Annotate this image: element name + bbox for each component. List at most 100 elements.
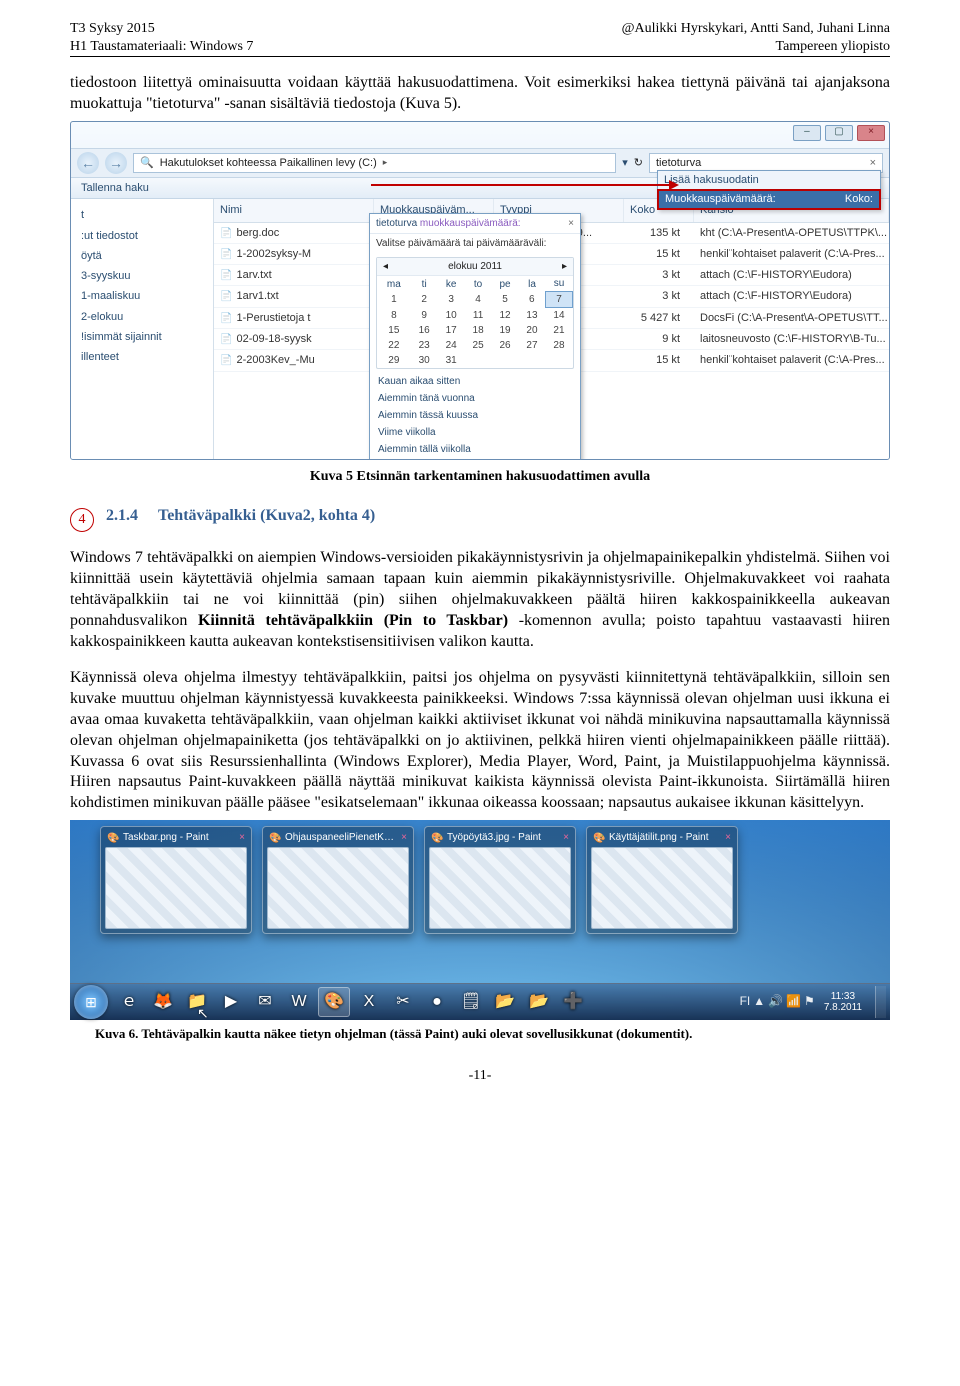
taskbar-folder1-icon[interactable]: 📂 bbox=[490, 988, 520, 1016]
calendar-day[interactable] bbox=[545, 353, 572, 368]
calendar-day[interactable]: 21 bbox=[545, 323, 572, 338]
calendar-day[interactable]: 15 bbox=[377, 323, 411, 338]
address-bar[interactable]: 🔍 Hakutulokset kohteessa Paikallinen lev… bbox=[133, 153, 616, 173]
taskbar-thumbnail[interactable]: 🎨OhjauspaneeliPienetKuvakkeet...× bbox=[262, 826, 414, 934]
cal-month: elokuu 2011 bbox=[448, 260, 502, 273]
col-name[interactable]: Nimi bbox=[214, 199, 374, 221]
tray-volume-icon[interactable]: 🔊 bbox=[768, 994, 783, 1010]
figure5-screenshot: – ▢ × ← → 🔍 Hakutulokset kohteessa Paika… bbox=[70, 121, 890, 460]
tray-chevron-up-icon[interactable]: ▲ bbox=[753, 994, 765, 1010]
calendar-day[interactable]: 23 bbox=[411, 338, 438, 353]
calendar-day[interactable]: 24 bbox=[438, 338, 465, 353]
sidebar-item[interactable]: t bbox=[77, 205, 207, 225]
taskbar-thumbnail[interactable]: 🎨Taskbar.png - Paint× bbox=[100, 826, 252, 934]
calendar-day[interactable]: 30 bbox=[411, 353, 438, 368]
taskbar-excel-icon[interactable]: X bbox=[354, 988, 384, 1016]
sidebar-item[interactable]: 3-syyskuu bbox=[77, 266, 207, 286]
taskbar-folder2-icon[interactable]: 📂 bbox=[524, 988, 554, 1016]
tray-clock[interactable]: 11:33 7.8.2011 bbox=[818, 991, 868, 1013]
date-quick-option[interactable]: Kauan aikaa sitten bbox=[370, 373, 580, 390]
navigation-pane[interactable]: t :ut tiedostot öytä 3-syyskuu 1-maalisk… bbox=[71, 199, 214, 459]
tray-flag-icon[interactable]: ⚑ bbox=[804, 994, 815, 1010]
calendar-day[interactable]: 10 bbox=[438, 308, 465, 324]
suggestion-label: Muokkauspäivämäärä: bbox=[665, 192, 776, 206]
start-button[interactable]: ⊞ bbox=[74, 985, 108, 1019]
date-quick-option[interactable]: Aiemmin tällä viikolla bbox=[370, 441, 580, 458]
sidebar-item[interactable]: illenteet bbox=[77, 347, 207, 367]
calendar-day[interactable]: 12 bbox=[492, 308, 519, 324]
taskbar-paint-icon[interactable]: 🎨 bbox=[318, 987, 350, 1017]
tray-network-icon[interactable]: 📶 bbox=[786, 994, 801, 1010]
calendar-day[interactable]: 9 bbox=[411, 308, 438, 324]
calendar-day[interactable]: 14 bbox=[545, 308, 572, 324]
back-button[interactable]: ← bbox=[77, 152, 99, 174]
taskbar-word-icon[interactable]: W bbox=[284, 988, 314, 1016]
date-quick-option[interactable]: Viime viikolla bbox=[370, 424, 580, 441]
clear-search-icon[interactable]: × bbox=[870, 156, 876, 170]
taskbar-camtasia-icon[interactable]: ● bbox=[422, 988, 452, 1016]
thumbnail-close-icon[interactable]: × bbox=[401, 831, 407, 844]
sidebar-item[interactable]: 2-elokuu bbox=[77, 307, 207, 327]
sidebar-item[interactable]: 1-maaliskuu bbox=[77, 286, 207, 306]
taskbar-snip-icon[interactable]: ✂ bbox=[388, 988, 418, 1016]
taskbar-thumbnail[interactable]: 🎨Työpöytä3.jpg - Paint× bbox=[424, 826, 576, 934]
sidebar-item[interactable]: !isimmät sijainnit bbox=[77, 327, 207, 347]
tray-lang[interactable]: FI bbox=[740, 994, 751, 1010]
date-quick-option[interactable]: Aiemmin tässä kuussa bbox=[370, 407, 580, 424]
calendar-day[interactable]: 27 bbox=[519, 338, 546, 353]
calendar-day[interactable]: 5 bbox=[492, 292, 519, 308]
taskbar-firefox-icon[interactable]: 🦊 bbox=[148, 988, 178, 1016]
calendar-day[interactable]: 13 bbox=[519, 308, 546, 324]
taskbar-outlook-icon[interactable]: ✉ bbox=[250, 988, 280, 1016]
calendar-day[interactable] bbox=[492, 353, 519, 368]
show-desktop-button[interactable] bbox=[875, 986, 886, 1018]
calendar-day[interactable]: 29 bbox=[377, 353, 411, 368]
taskbar-plus-icon[interactable]: ➕ bbox=[558, 988, 588, 1016]
calendar-day[interactable]: 11 bbox=[465, 308, 492, 324]
calendar-day[interactable]: 17 bbox=[438, 323, 465, 338]
popup-close-icon[interactable]: × bbox=[568, 217, 574, 230]
bold-pin-to-taskbar: Kiinnitä tehtäväpalkkiin (Pin to Taskbar… bbox=[198, 612, 508, 629]
chevron-down-icon[interactable]: ▸ bbox=[383, 157, 388, 169]
calendar[interactable]: ◂ elokuu 2011 ▸ matiketopelasu1234567891… bbox=[376, 257, 574, 369]
thumbnail-close-icon[interactable]: × bbox=[725, 831, 731, 844]
calendar-day[interactable]: 25 bbox=[465, 338, 492, 353]
taskbar-thumbnail[interactable]: 🎨Käyttäjätilit.png - Paint× bbox=[586, 826, 738, 934]
refresh-button[interactable]: ↻ bbox=[634, 156, 643, 170]
sidebar-item[interactable]: :ut tiedostot bbox=[77, 226, 207, 246]
taskbar-ie-icon[interactable]: ｅ bbox=[114, 988, 144, 1016]
calendar-day[interactable] bbox=[465, 353, 492, 368]
file-name: 1arv1.txt bbox=[214, 286, 374, 306]
calendar-day[interactable]: 16 bbox=[411, 323, 438, 338]
calendar-day[interactable]: 19 bbox=[492, 323, 519, 338]
calendar-day[interactable]: 7 bbox=[545, 292, 572, 308]
suggestions-highlighted[interactable]: Muokkauspäivämäärä: Koko: bbox=[658, 190, 880, 208]
thumbnail-close-icon[interactable]: × bbox=[239, 831, 245, 844]
calendar-day[interactable]: 6 bbox=[519, 292, 546, 308]
taskbar-mediaplayer-icon[interactable]: ▶ bbox=[216, 988, 246, 1016]
taskbar-note-icon[interactable]: 🗒 bbox=[456, 988, 486, 1016]
minimize-button[interactable]: – bbox=[793, 125, 821, 141]
cal-next-icon[interactable]: ▸ bbox=[562, 260, 567, 273]
calendar-day[interactable]: 31 bbox=[438, 353, 465, 368]
thumbnail-close-icon[interactable]: × bbox=[563, 831, 569, 844]
calendar-day[interactable]: 28 bbox=[545, 338, 572, 353]
calendar-day[interactable]: 26 bbox=[492, 338, 519, 353]
calendar-day[interactable] bbox=[519, 353, 546, 368]
calendar-day[interactable]: 2 bbox=[411, 292, 438, 308]
sidebar-item[interactable]: öytä bbox=[77, 246, 207, 266]
address-dropdown-icon[interactable]: ▾ bbox=[622, 156, 628, 170]
date-quick-option[interactable]: Aiemmin tänä vuonna bbox=[370, 390, 580, 407]
calendar-day[interactable]: 3 bbox=[438, 292, 465, 308]
calendar-day[interactable]: 20 bbox=[519, 323, 546, 338]
calendar-day[interactable]: 18 bbox=[465, 323, 492, 338]
forward-button[interactable]: → bbox=[105, 152, 127, 174]
maximize-button[interactable]: ▢ bbox=[825, 125, 853, 141]
calendar-day[interactable]: 4 bbox=[465, 292, 492, 308]
cal-prev-icon[interactable]: ◂ bbox=[383, 260, 388, 273]
calendar-day[interactable]: 1 bbox=[377, 292, 411, 308]
close-button[interactable]: × bbox=[857, 125, 885, 141]
calendar-day[interactable]: 8 bbox=[377, 308, 411, 324]
calendar-day[interactable]: 22 bbox=[377, 338, 411, 353]
date-quick-option[interactable]: Eilen bbox=[370, 458, 580, 460]
